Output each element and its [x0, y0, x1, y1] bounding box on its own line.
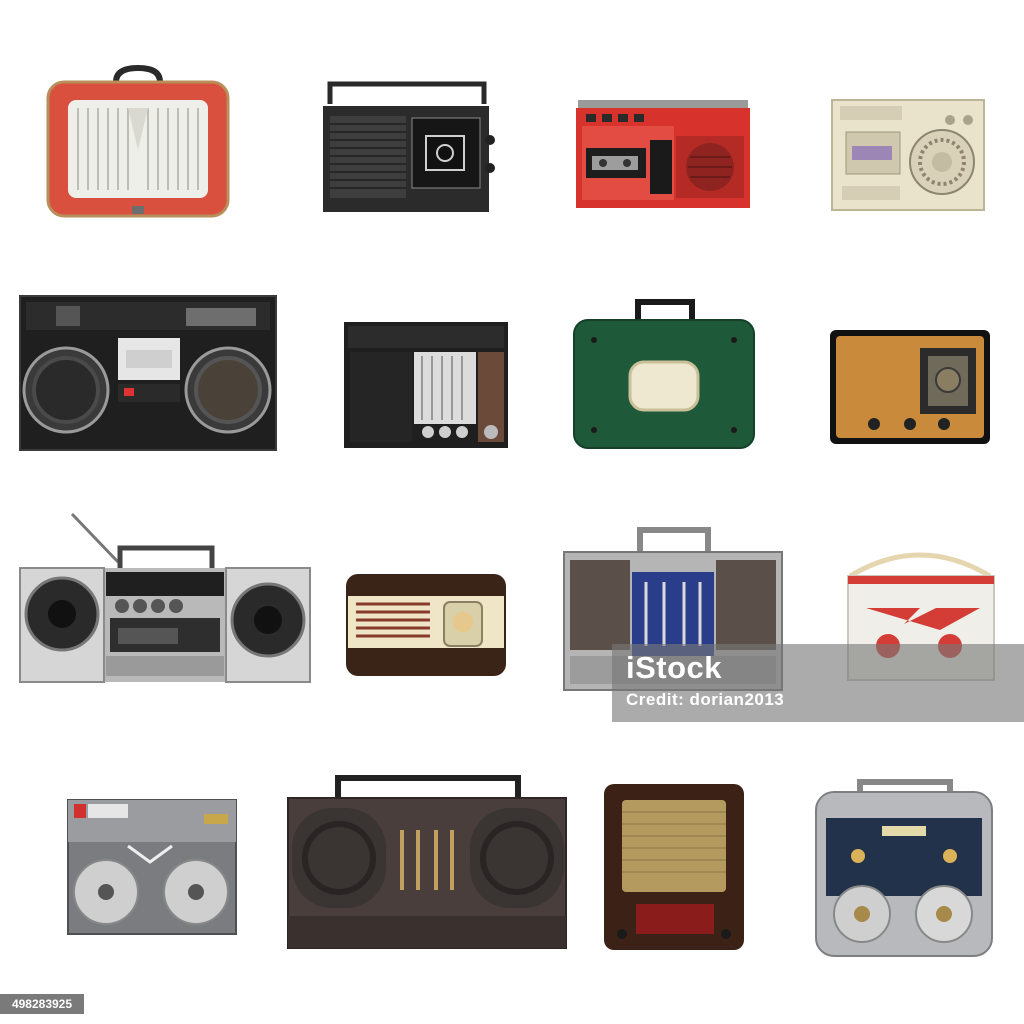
- radio-collection: [0, 0, 1024, 1024]
- watermark-band: iStock Credit: dorian2013: [612, 644, 1024, 722]
- image-id-label: 498283925: [0, 994, 84, 1014]
- red-suitcase-radio: [46, 64, 230, 218]
- silver-boombox: [19, 512, 311, 683]
- black-portable-radio: [323, 81, 495, 212]
- brown-stereo-radio: [287, 775, 567, 949]
- beige-radio-cassette: [831, 99, 985, 211]
- radios-illustration: [19, 64, 995, 957]
- ivory-bakelite-radio: [346, 574, 506, 676]
- black-transistor-radio: [344, 322, 508, 448]
- red-cassette-recorder: [576, 100, 750, 208]
- wooden-cabinet-radio: [604, 784, 744, 950]
- wooden-tube-radio: [830, 330, 990, 444]
- blue-reel-to-reel-recorder: [815, 779, 993, 957]
- black-stereo-boombox: [19, 295, 277, 451]
- green-suitcase-radio: [573, 299, 755, 449]
- watermark-credit: Credit: dorian2013: [626, 690, 785, 709]
- grey-reel-to-reel-recorder: [67, 799, 237, 935]
- watermark-logo: iStock: [626, 650, 723, 685]
